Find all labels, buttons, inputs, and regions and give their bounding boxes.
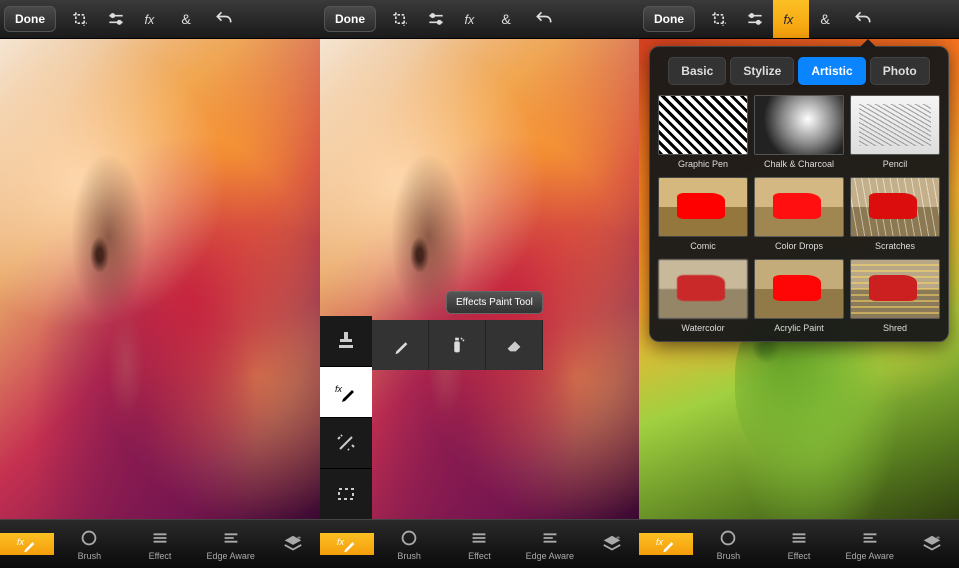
adjust-icon[interactable] xyxy=(737,0,773,38)
layers-button[interactable]: + xyxy=(585,533,639,555)
canvas[interactable] xyxy=(0,38,320,520)
effect-scratches[interactable]: Scratches xyxy=(850,177,940,251)
effect-shred[interactable]: Shred xyxy=(850,259,940,333)
fx-tab-bar: Basic Stylize Artistic Photo xyxy=(658,57,940,85)
edge-aware-button[interactable]: Edge Aware xyxy=(195,527,266,561)
svg-text:fx: fx xyxy=(656,537,664,547)
tab-artistic[interactable]: Artistic xyxy=(798,57,865,85)
brush-button[interactable]: Brush xyxy=(693,527,764,561)
eraser-sub[interactable] xyxy=(486,320,543,370)
svg-text:+: + xyxy=(616,533,621,542)
bottom-toolbar: fx Brush Effect Edge Aware + xyxy=(639,519,959,568)
undo-icon[interactable] xyxy=(845,0,881,38)
fx-brush-button[interactable]: fx xyxy=(0,533,54,555)
tab-stylize[interactable]: Stylize xyxy=(730,57,794,85)
effect-color-drops[interactable]: Color Drops xyxy=(754,177,844,251)
svg-text:+: + xyxy=(297,533,302,542)
svg-text:fx: fx xyxy=(145,13,155,27)
svg-text:&: & xyxy=(501,12,511,28)
effect-graphic-pen[interactable]: Graphic Pen xyxy=(658,95,748,169)
svg-text:fx: fx xyxy=(337,537,345,547)
fx-icon[interactable]: fx xyxy=(454,0,490,38)
svg-text:+: + xyxy=(936,533,941,542)
done-button[interactable]: Done xyxy=(324,6,376,32)
brush-button[interactable]: Brush xyxy=(54,527,125,561)
done-button[interactable]: Done xyxy=(4,6,56,32)
brush-button[interactable]: Brush xyxy=(374,527,444,561)
svg-text:fx: fx xyxy=(335,384,343,394)
effect-watercolor[interactable]: Watercolor xyxy=(658,259,748,333)
fx-brush-button[interactable]: fx xyxy=(320,533,374,555)
svg-text:fx: fx xyxy=(17,537,25,547)
effect-button[interactable]: Effect xyxy=(125,527,196,561)
bottom-toolbar: fx Brush Effect Edge Aware + xyxy=(0,519,320,568)
top-toolbar: Done fx & xyxy=(320,0,639,39)
svg-text:&: & xyxy=(820,12,830,28)
crop-icon[interactable] xyxy=(382,0,418,38)
magic-wand-tool[interactable] xyxy=(320,418,372,469)
adjust-icon[interactable] xyxy=(418,0,454,38)
layers-button[interactable]: + xyxy=(266,533,320,555)
layers-button[interactable]: + xyxy=(905,533,959,555)
top-toolbar: Done fx & xyxy=(639,0,959,39)
effect-chalk-charcoal[interactable]: Chalk & Charcoal xyxy=(754,95,844,169)
fx-brush-button[interactable]: fx xyxy=(639,533,693,555)
bottom-toolbar: fx Brush Effect Edge Aware + xyxy=(320,519,639,568)
edge-aware-button[interactable]: Edge Aware xyxy=(515,527,585,561)
svg-text:&: & xyxy=(181,12,191,28)
done-button[interactable]: Done xyxy=(643,6,695,32)
effect-acrylic-paint[interactable]: Acrylic Paint xyxy=(754,259,844,333)
spray-sub[interactable] xyxy=(429,320,486,370)
svg-text:fx: fx xyxy=(784,13,794,27)
adjust-icon[interactable] xyxy=(98,0,134,38)
effect-button[interactable]: Effect xyxy=(444,527,514,561)
side-tool-strip: fx xyxy=(320,316,372,520)
marquee-tool[interactable] xyxy=(320,469,372,520)
fx-brush-tool[interactable]: fx xyxy=(320,367,372,418)
fx-icon[interactable]: fx xyxy=(773,0,809,38)
tool-tooltip: Effects Paint Tool xyxy=(446,291,543,314)
svg-text:fx: fx xyxy=(465,13,475,27)
sub-tool-strip xyxy=(372,320,543,370)
tab-basic[interactable]: Basic xyxy=(668,57,726,85)
fx-panel: Basic Stylize Artistic Photo Graphic Pen… xyxy=(649,46,949,342)
effect-comic[interactable]: Comic xyxy=(658,177,748,251)
ampersand-icon[interactable]: & xyxy=(809,0,845,38)
brush-sub[interactable] xyxy=(372,320,429,370)
ampersand-icon[interactable]: & xyxy=(170,0,206,38)
fx-icon[interactable]: fx xyxy=(134,0,170,38)
top-toolbar: Done fx & xyxy=(0,0,320,39)
crop-icon[interactable] xyxy=(62,0,98,38)
crop-icon[interactable] xyxy=(701,0,737,38)
effect-pencil[interactable]: Pencil xyxy=(850,95,940,169)
undo-icon[interactable] xyxy=(526,0,562,38)
effect-button[interactable]: Effect xyxy=(764,527,835,561)
undo-icon[interactable] xyxy=(206,0,242,38)
stamp-tool[interactable] xyxy=(320,316,372,367)
ampersand-icon[interactable]: & xyxy=(490,0,526,38)
edge-aware-button[interactable]: Edge Aware xyxy=(834,527,905,561)
tab-photo[interactable]: Photo xyxy=(870,57,930,85)
